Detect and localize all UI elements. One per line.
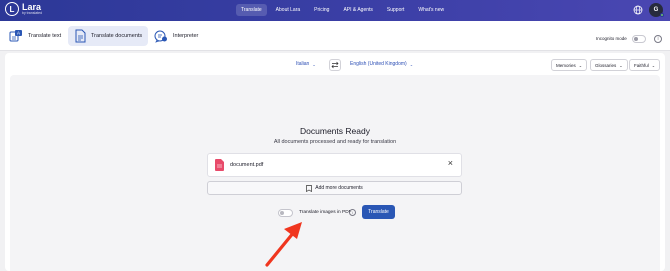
- nav-translate[interactable]: Translate: [236, 4, 267, 16]
- chevron-down-icon: ⌄: [651, 62, 656, 68]
- chevron-down-icon: ⌄: [312, 61, 316, 67]
- online-status-dot: [660, 13, 664, 17]
- chevron-down-icon: ⌄: [409, 61, 414, 67]
- add-more-label: Add more documents: [315, 185, 363, 191]
- nav-about-lara[interactable]: About Lara: [271, 4, 305, 16]
- top-nav-bar: L Lara by translated Translate About Lar…: [0, 0, 670, 21]
- lara-logo[interactable]: L Lara by translated: [5, 2, 42, 16]
- style-label: Faithful: [634, 62, 649, 68]
- tab-translate-text[interactable]: A Translate text: [3, 26, 67, 46]
- documents-panel: Documents Ready All documents processed …: [10, 75, 660, 271]
- style-dropdown[interactable]: Faithful ⌄: [629, 59, 661, 71]
- mode-bar: A Translate text Translate documents Int…: [0, 21, 670, 51]
- chevron-down-icon: ⌄: [578, 62, 583, 68]
- glossaries-label: Glossaries: [595, 62, 617, 68]
- interpreter-icon: [154, 30, 167, 43]
- user-avatar[interactable]: G: [649, 3, 664, 17]
- nav-pricing[interactable]: Pricing: [309, 4, 334, 16]
- translate-text-icon: A: [9, 30, 22, 42]
- avatar-initial: G: [653, 7, 659, 13]
- add-document-icon: [306, 184, 313, 192]
- source-language-select[interactable]: Italian ⌄: [296, 61, 316, 67]
- globe-icon[interactable]: [633, 5, 643, 15]
- swap-languages-button[interactable]: [329, 59, 341, 71]
- add-more-documents-button[interactable]: Add more documents: [207, 181, 462, 195]
- document-name: document.pdf: [230, 162, 264, 168]
- tab-translate-text-label: Translate text: [28, 33, 62, 39]
- nav-whats-new[interactable]: What's new: [413, 4, 449, 16]
- svg-text:A: A: [17, 31, 20, 36]
- status-subtitle: All documents processed and ready for tr…: [273, 139, 397, 145]
- memories-dropdown[interactable]: Memories ⌄: [551, 59, 588, 71]
- main-nav: Translate About Lara Pricing API & Agent…: [236, 4, 449, 16]
- tab-interpreter-label: Interpreter: [173, 33, 199, 39]
- nav-support[interactable]: Support: [382, 4, 410, 16]
- translate-images-label: Translate images in PDF: [299, 210, 352, 215]
- incognito-toggle[interactable]: [632, 35, 646, 43]
- logo-byline: by translated: [22, 10, 43, 15]
- pdf-file-icon: [215, 159, 224, 171]
- swap-arrows-icon: [331, 61, 339, 69]
- memories-label: Memories: [556, 62, 576, 68]
- translate-button[interactable]: Translate: [362, 205, 395, 219]
- document-card: document.pdf ×: [207, 153, 462, 177]
- nav-api-agents[interactable]: API & Agents: [338, 4, 377, 16]
- info-icon[interactable]: i: [654, 35, 662, 43]
- tab-translate-documents-label: Translate documents: [91, 33, 143, 39]
- target-language-label: English (United Kingdom): [350, 61, 407, 67]
- target-language-select[interactable]: English (United Kingdom) ⌄: [350, 61, 413, 67]
- chevron-down-icon: ⌄: [619, 62, 623, 68]
- translate-documents-icon: [75, 29, 86, 43]
- main-workspace: Italian ⌄ English (United Kingdom) ⌄ Mem…: [5, 53, 665, 271]
- info-icon[interactable]: i: [349, 209, 356, 216]
- incognito-label: Incognito mode: [596, 36, 627, 41]
- logo-mark: L: [5, 2, 19, 16]
- close-icon[interactable]: ×: [448, 159, 453, 168]
- tab-interpreter[interactable]: Interpreter: [148, 26, 204, 46]
- tab-translate-documents[interactable]: Translate documents: [68, 26, 149, 46]
- glossaries-dropdown[interactable]: Glossaries ⌄: [590, 59, 628, 71]
- translate-images-toggle[interactable]: [278, 209, 293, 217]
- source-language-label: Italian: [296, 61, 310, 67]
- status-title: Documents Ready: [300, 126, 370, 136]
- annotation-arrow: [265, 222, 302, 267]
